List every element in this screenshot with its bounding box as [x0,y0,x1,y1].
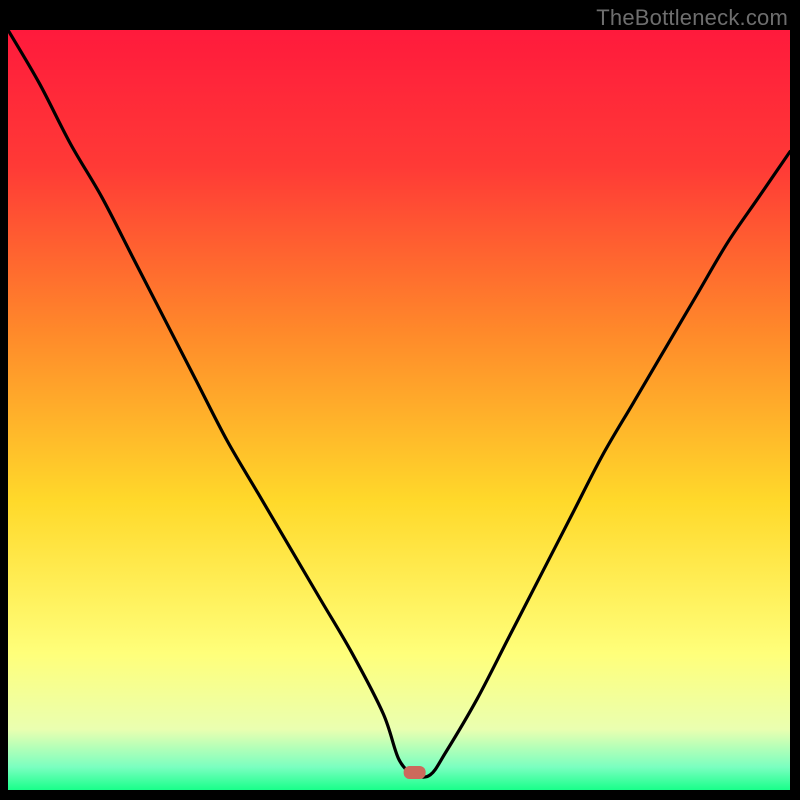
gradient-background [8,30,790,790]
bottleneck-chart [8,30,790,790]
watermark-text: TheBottleneck.com [596,5,788,31]
optimal-marker [404,766,426,779]
chart-frame [8,30,790,790]
